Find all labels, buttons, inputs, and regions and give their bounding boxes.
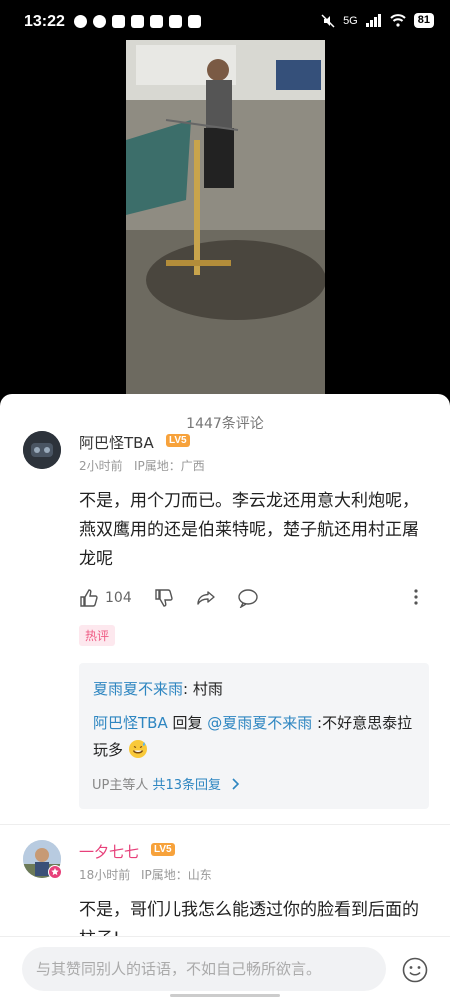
more-options-button[interactable]	[413, 588, 419, 606]
app-notification-icon	[169, 15, 182, 28]
comment-actions: 104	[79, 588, 429, 610]
share-icon	[197, 591, 215, 605]
comment-username[interactable]: 阿巴怪TBA	[79, 432, 154, 453]
thumbs-up-icon	[80, 589, 98, 607]
comment-input-bar	[0, 936, 450, 1000]
more-vertical-icon	[414, 589, 418, 605]
app-notification-icon	[74, 15, 87, 28]
level-badge: LV5	[151, 843, 175, 856]
replies-box[interactable]: 夏雨夏不来雨: 村雨 阿巴怪TBA 回复 @夏雨夏不来雨 :不好意思泰拉玩多 U…	[79, 663, 429, 809]
like-button[interactable]: 104	[79, 588, 132, 608]
dislike-button[interactable]	[154, 588, 174, 608]
comment-ip: IP属地：山东	[141, 868, 212, 882]
home-indicator	[170, 994, 280, 997]
thumbs-down-icon	[155, 589, 173, 607]
reply-author[interactable]: 阿巴怪TBA	[93, 714, 168, 732]
avatar[interactable]	[23, 431, 61, 469]
comment-input[interactable]	[22, 947, 386, 991]
reply-word: 回复	[167, 714, 208, 732]
qq-notification-icon	[93, 15, 106, 28]
reply-author[interactable]: 夏雨夏不来雨	[93, 680, 183, 698]
wifi-icon	[390, 14, 406, 27]
network-type: 5G	[343, 14, 358, 27]
app-notification-icon	[150, 15, 163, 28]
app-notification-icon	[131, 15, 144, 28]
mute-icon	[321, 13, 335, 28]
sweat-smile-emoji-icon	[128, 740, 147, 758]
comment-count: 1447条评论	[186, 416, 264, 432]
status-bar: 13:22 5G 81	[0, 0, 450, 40]
reply-button[interactable]	[237, 588, 259, 608]
signal-icon	[365, 14, 381, 27]
replies-more-link[interactable]: 共13条回复	[153, 778, 222, 793]
battery-indicator: 81	[413, 13, 434, 28]
app-notification-icon	[112, 15, 125, 28]
comment-bubble-icon	[238, 589, 258, 608]
status-right: 5G 81	[321, 13, 434, 28]
share-button[interactable]	[196, 588, 216, 608]
smile-icon[interactable]	[402, 957, 428, 983]
chevron-right-icon	[232, 778, 240, 790]
replies-more-prefix: UP主等人	[92, 778, 153, 793]
video-frame	[126, 40, 325, 394]
baidu-notification-icon	[188, 15, 201, 28]
comment-time: 2小时前	[79, 459, 123, 473]
reply-item: 夏雨夏不来雨: 村雨	[93, 676, 223, 703]
comments-sheet: 1447条评论 阿巴怪TBA LV5 2小时前 IP属地：广西 不是，用个刀而已…	[0, 394, 450, 1000]
comment-divider	[0, 824, 450, 825]
level-badge: LV5	[166, 434, 190, 447]
status-notification-icons	[74, 15, 201, 28]
reply-item: 阿巴怪TBA 回复 @夏雨夏不来雨 :不好意思泰拉玩多	[93, 710, 423, 764]
reply-mention[interactable]: @夏雨夏不来雨	[207, 714, 312, 732]
reply-text: : 村雨	[183, 680, 223, 698]
comment-ip: IP属地：广西	[134, 459, 205, 473]
status-time: 13:22	[24, 13, 65, 30]
comment-username[interactable]: 一夕七七	[79, 841, 139, 862]
like-count: 104	[105, 590, 132, 606]
vip-badge-icon	[48, 865, 62, 879]
hot-comment-tag: 热评	[79, 625, 116, 646]
comment-content: 不是，用个刀而已。李云龙还用意大利炮呢，燕双鹰用的还是伯莱特呢，楚子航还用村正屠…	[79, 491, 419, 569]
robot-avatar-icon	[23, 431, 61, 469]
view-more-replies[interactable]: UP主等人 共13条回复	[92, 774, 241, 793]
comment-time: 18小时前	[79, 868, 131, 882]
video-player[interactable]	[126, 40, 325, 394]
